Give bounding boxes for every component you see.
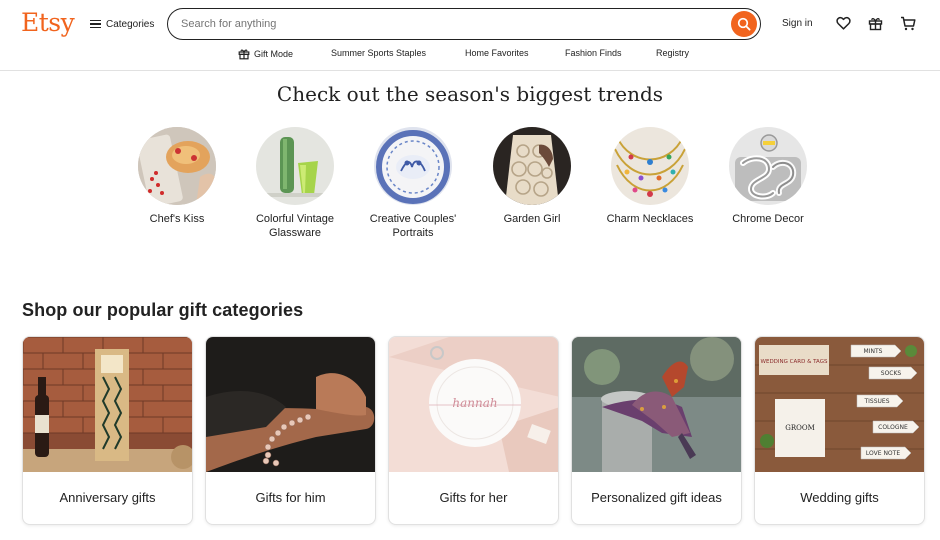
cart-button[interactable] — [899, 14, 917, 32]
subnav-registry[interactable]: Registry — [656, 48, 689, 58]
gift-icon — [868, 17, 882, 30]
gift-icon — [238, 49, 250, 60]
trend-charm-necklaces[interactable]: Charm Necklaces — [600, 127, 700, 227]
trend-image — [729, 127, 807, 205]
card-label: Gifts for him — [255, 490, 326, 505]
site-header: Etsy Categories Sign in — [0, 0, 940, 71]
gift-card-wedding[interactable]: WEDDING CARD & TAGS GROOM MINTS SOCKS TI… — [754, 336, 925, 525]
trend-image — [256, 127, 334, 205]
gift-card-her[interactable]: hannah Gifts for her — [388, 336, 559, 525]
trend-label: Creative Couples' Portraits — [369, 213, 457, 239]
card-image: hannah — [389, 337, 558, 472]
card-image: WEDDING CARD & TAGS GROOM MINTS SOCKS TI… — [755, 337, 924, 472]
sub-navigation: Gift Mode Summer Sports Staples Home Fav… — [0, 46, 940, 64]
card-image — [206, 337, 375, 472]
trend-chrome-decor[interactable]: Chrome Decor — [718, 127, 818, 227]
card-image-text: GROOM — [785, 424, 815, 432]
subnav-label: Gift Mode — [254, 49, 294, 59]
card-image — [23, 337, 192, 472]
search-icon — [737, 17, 751, 31]
card-image-text: SOCKS — [881, 370, 902, 377]
trend-image — [138, 127, 216, 205]
trend-label: Chrome Decor — [732, 213, 804, 225]
trend-label: Charm Necklaces — [606, 213, 694, 225]
trend-label: Colorful Vintage Glassware — [255, 213, 335, 239]
gift-card-him[interactable]: Gifts for him — [205, 336, 376, 525]
favorites-button[interactable] — [834, 14, 852, 32]
gifts-section-title: Shop our popular gift categories — [22, 300, 304, 320]
etsy-logo[interactable]: Etsy — [21, 8, 75, 37]
subnav-summer-sports[interactable]: Summer Sports Staples — [331, 48, 426, 58]
card-label: Gifts for her — [439, 490, 508, 505]
card-label: Anniversary gifts — [59, 490, 156, 505]
subnav-fashion-finds[interactable]: Fashion Finds — [565, 48, 622, 58]
trend-couples-portraits[interactable]: Creative Couples' Portraits — [363, 127, 463, 240]
categories-button[interactable]: Categories — [90, 16, 154, 32]
card-label: Personalized gift ideas — [591, 490, 722, 505]
trend-image — [611, 127, 689, 205]
cart-icon — [901, 16, 916, 30]
trend-label: Chef's Kiss — [149, 213, 205, 225]
subnav-gift-mode[interactable]: Gift Mode — [238, 48, 293, 60]
sign-in-link[interactable]: Sign in — [782, 18, 813, 29]
search-input[interactable] — [168, 10, 731, 38]
card-image-text: WEDDING CARD & TAGS — [761, 359, 828, 365]
gift-card-personalized[interactable]: Personalized gift ideas — [571, 336, 742, 525]
hamburger-icon — [90, 19, 101, 29]
card-image — [572, 337, 741, 472]
categories-label: Categories — [106, 18, 155, 30]
trend-chefs-kiss[interactable]: Chef's Kiss — [127, 127, 227, 227]
card-image-text: TISSUES — [863, 398, 889, 405]
gift-mode-button[interactable] — [866, 14, 884, 32]
trends-title: Check out the season's biggest trends — [276, 82, 664, 106]
trend-image — [493, 127, 571, 205]
subnav-home-favorites[interactable]: Home Favorites — [465, 48, 529, 58]
card-image-text: COLOGNE — [878, 424, 908, 431]
heart-icon — [835, 16, 851, 30]
trend-label: Garden Girl — [503, 213, 561, 225]
trend-image — [374, 127, 452, 205]
search-bar — [167, 8, 761, 40]
card-image-text: MINTS — [864, 348, 883, 355]
gift-card-anniversary[interactable]: Anniversary gifts — [22, 336, 193, 525]
trend-vintage-glassware[interactable]: Colorful Vintage Glassware — [245, 127, 345, 240]
search-button[interactable] — [731, 11, 757, 37]
card-image-text: hannah — [452, 396, 497, 410]
trend-garden-girl[interactable]: Garden Girl — [482, 127, 582, 227]
card-image-text: LOVE NOTE — [866, 450, 900, 457]
card-label: Wedding gifts — [800, 490, 879, 505]
